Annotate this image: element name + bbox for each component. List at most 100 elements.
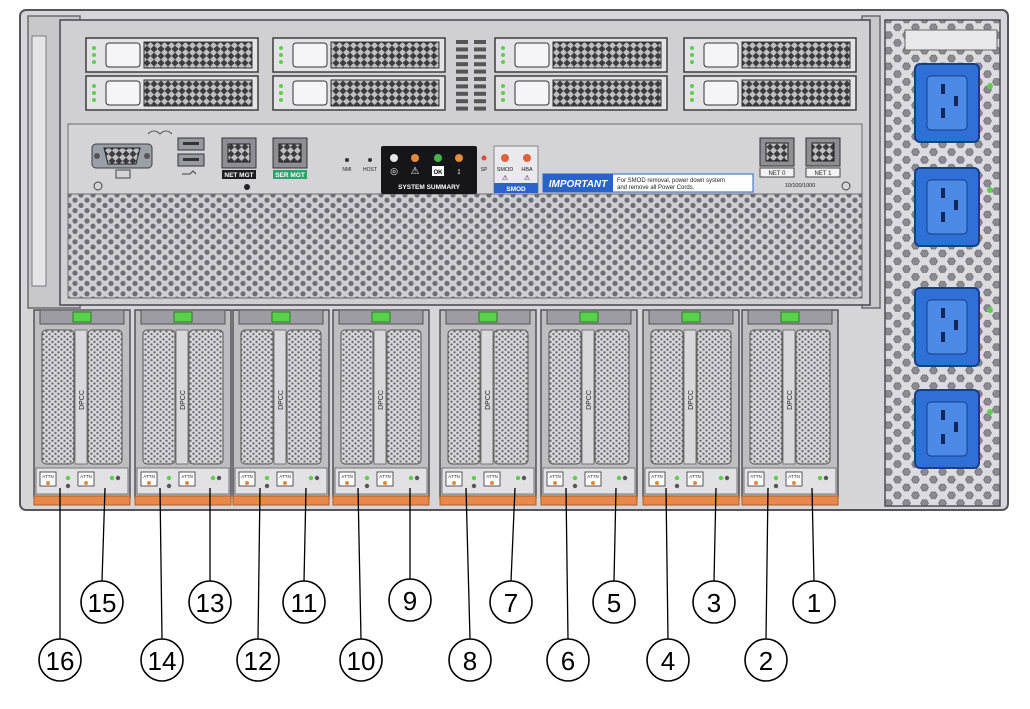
- slot-label-strip: [134, 495, 232, 506]
- strip-led: [474, 62, 486, 67]
- status-led: [166, 483, 172, 489]
- strip-led: [474, 69, 486, 74]
- callout-number: 4: [661, 646, 675, 676]
- release-latch[interactable]: [780, 311, 800, 323]
- strip-led: [474, 54, 486, 59]
- strip-led: [456, 91, 468, 96]
- nmi-button[interactable]: [345, 158, 349, 162]
- ok-led: [773, 475, 779, 481]
- ok-led: [817, 475, 823, 481]
- net1-port[interactable]: NET 1: [805, 137, 841, 178]
- drive-bay-6[interactable]: [272, 75, 446, 111]
- dpcc-module-2[interactable]: DPCC ATTN ATTN: [642, 309, 740, 506]
- hba-led: [523, 154, 531, 162]
- host-label: HOST: [363, 167, 377, 173]
- important-notice: IMPORTANT For SMOD removal, power down s…: [542, 173, 754, 193]
- callout-12: 12: [236, 487, 280, 682]
- drive-bay-8[interactable]: [683, 75, 857, 111]
- status-led: [572, 483, 578, 489]
- attn-led: [84, 481, 88, 485]
- drive-bay-5[interactable]: [85, 75, 259, 111]
- attn-label: ATTN: [549, 474, 560, 479]
- attn-label: ATTN: [651, 474, 662, 479]
- net0-port[interactable]: NET 0: [759, 137, 795, 178]
- psu-led: [987, 307, 993, 313]
- drive-led: [501, 46, 505, 50]
- release-latch[interactable]: [579, 311, 599, 323]
- attn-led: [245, 481, 249, 485]
- callout-number: 12: [244, 646, 273, 676]
- warning-icon: ⚠: [411, 166, 420, 177]
- attn-led: [655, 481, 659, 485]
- smod-status-panel: SMOD HBA ⚠ ⚠ SMOD: [493, 145, 539, 193]
- slot-label-strip: [332, 495, 430, 506]
- callout-number: 9: [403, 586, 417, 616]
- strip-led: [456, 106, 468, 111]
- status-led: [216, 475, 222, 481]
- release-latch[interactable]: [478, 311, 498, 323]
- ser-mgt-label: SER MGT: [275, 172, 305, 179]
- host-button[interactable]: [368, 158, 372, 162]
- important-line2: and remove all Power Cords.: [617, 185, 695, 191]
- drive-bay-3[interactable]: [494, 37, 668, 73]
- ok-led: [65, 475, 71, 481]
- status-led: [414, 475, 420, 481]
- release-latch[interactable]: [72, 311, 92, 323]
- dpcc-module-6[interactable]: DPCC ATTN ATTN: [232, 309, 330, 506]
- drive-bay-1[interactable]: [85, 37, 259, 73]
- release-latch[interactable]: [271, 311, 291, 323]
- locate-icon: ◎: [390, 166, 398, 176]
- dpcc-module-7[interactable]: DPCC ATTN ATTN: [134, 309, 232, 506]
- release-latch[interactable]: [681, 311, 701, 323]
- status-led: [264, 483, 270, 489]
- ok-led: [718, 475, 724, 481]
- attn-label: ATTN: [587, 474, 598, 479]
- system-summary-label: SYSTEM SUMMARY: [398, 184, 461, 191]
- dpcc-label: DPCC: [378, 390, 385, 410]
- net0-label: NET 0: [769, 171, 787, 177]
- dpcc-module-4[interactable]: DPCC ATTN ATTN: [439, 309, 537, 506]
- strip-led: [456, 99, 468, 104]
- dpcc-module-3[interactable]: DPCC ATTN ATTN: [540, 309, 638, 506]
- drive-led: [279, 46, 283, 50]
- dpcc-label: DPCC: [688, 390, 695, 410]
- release-latch[interactable]: [173, 311, 193, 323]
- dpcc-module-1[interactable]: DPCC ATTN ATTN: [741, 309, 839, 506]
- ok-led: [674, 475, 680, 481]
- attn-label: ATTN: [42, 474, 53, 479]
- system-summary-panel: ◎ ⚠ OK ↕ SYSTEM SUMMARY: [381, 146, 477, 194]
- smod-warning-icon: ⚠: [502, 174, 509, 182]
- attn-label: ATTN: [181, 474, 192, 479]
- sp-led: [481, 155, 487, 161]
- drive-bay-2[interactable]: [272, 37, 446, 73]
- status-led: [674, 483, 680, 489]
- slot-label-strip: [741, 495, 839, 506]
- attn-label: ATTN: [241, 474, 252, 479]
- strip-led: [474, 91, 486, 96]
- callouts: 12345678910111213141516: [38, 487, 836, 682]
- dpcc-module-5[interactable]: DPCC ATTN ATTN: [332, 309, 430, 506]
- status-led: [471, 483, 477, 489]
- ok-led: [408, 475, 414, 481]
- ok-led: [471, 475, 477, 481]
- drive-bay-4[interactable]: [683, 37, 857, 73]
- attn-label: ATTN: [750, 474, 761, 479]
- ok-led: [210, 475, 216, 481]
- drive-led: [690, 84, 694, 88]
- callout-2: 2: [744, 487, 788, 682]
- attn-label: ATTN: [279, 474, 290, 479]
- dpcc-module-8[interactable]: DPCC ATTN ATTN: [33, 309, 131, 506]
- callout-number: 16: [46, 646, 75, 676]
- ser-mgt-port[interactable]: SER MGT: [272, 137, 308, 179]
- ok-led: [434, 154, 442, 162]
- slot-label-strip: [642, 495, 740, 506]
- overtemp-led: [455, 154, 463, 162]
- callout-8: 8: [448, 487, 492, 682]
- status-led: [622, 475, 628, 481]
- release-latch[interactable]: [371, 311, 391, 323]
- slot-label-strip: [540, 495, 638, 506]
- locate-led[interactable]: [390, 154, 398, 162]
- ok-led: [616, 475, 622, 481]
- strip-led: [456, 69, 468, 74]
- drive-bay-7[interactable]: [494, 75, 668, 111]
